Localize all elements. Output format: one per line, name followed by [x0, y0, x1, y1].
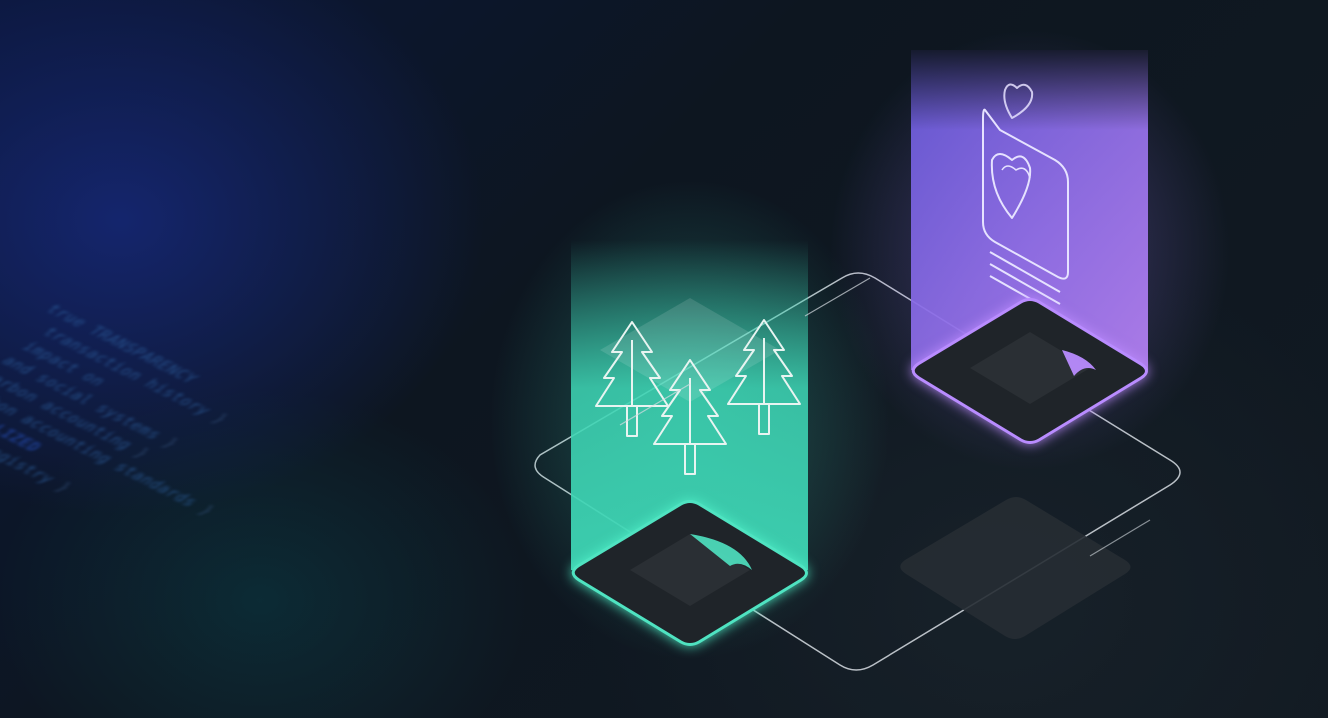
empty-tile — [900, 497, 1131, 639]
isometric-illustration: true TRANSPARENCY transaction history } … — [0, 0, 1328, 718]
isometric-scene — [490, 30, 1230, 671]
